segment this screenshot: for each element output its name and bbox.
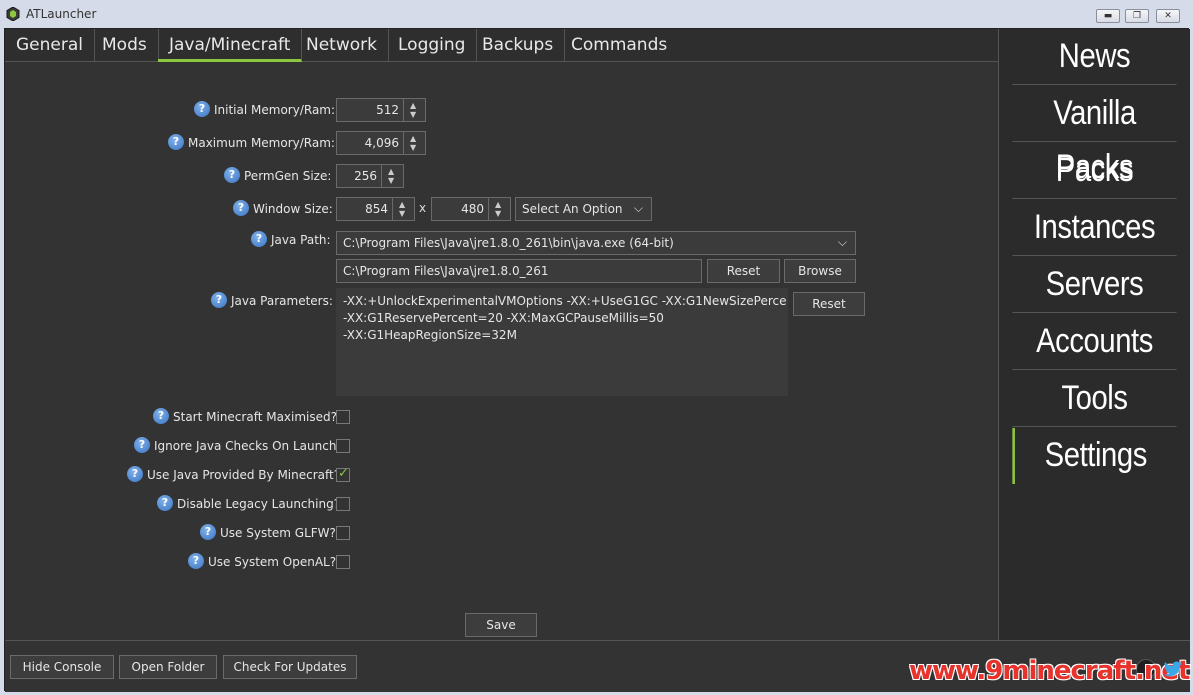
spinner-arrows-icon[interactable]: ▲ ▼ [381,165,403,187]
nav-tools[interactable]: Tools [1012,371,1177,427]
help-icon[interactable]: ? [127,466,143,482]
nav-instances[interactable]: Instances [1012,200,1177,256]
start-maximised-label: Start Minecraft Maximised? [173,410,338,424]
java-parameters-label: Java Parameters: [231,294,333,308]
java-path-browse-button[interactable]: Browse [784,259,856,283]
help-icon[interactable]: ? [157,495,173,511]
tab-backups[interactable]: Backups [471,29,566,62]
nav-accounts[interactable]: Accounts [1012,314,1177,370]
use-minecraft-java-checkbox[interactable]: ✓ [336,466,350,482]
minimize-button[interactable]: ▬ [1096,9,1120,23]
watermark: www.9minecraft.net [909,656,1190,686]
tab-logging[interactable]: Logging [387,29,478,62]
nav-packs[interactable]: Packs [1012,143,1177,199]
java-path-value: C:\Program Files\Java\jre1.8.0_261 [343,264,549,278]
java-path-select[interactable]: C:\Program Files\Java\jre1.8.0_261\bin\j… [336,231,856,255]
use-minecraft-java-label: Use Java Provided By Minecraft? [147,468,341,482]
hide-console-button[interactable]: Hide Console [10,655,114,679]
help-icon[interactable]: ? [134,437,150,453]
ignore-java-checks-label: Ignore Java Checks On Launch? [154,439,343,453]
help-icon[interactable]: ? [251,231,267,247]
check-for-updates-button[interactable]: Check For Updates [223,655,357,679]
java-path-label: Java Path: [271,233,331,247]
nav-news[interactable]: News [1012,29,1177,85]
help-icon[interactable]: ? [168,134,184,150]
window-size-preset-value: Select An Option [522,202,623,216]
nav-settings[interactable]: Settings [1012,428,1176,484]
chevron-down-icon: ⌵ [837,235,847,249]
use-system-openal-checkbox[interactable] [336,555,350,569]
save-button[interactable]: Save [465,613,537,637]
window-title: ATLauncher [26,7,97,21]
help-icon[interactable]: ? [153,408,169,424]
java-path-select-value: C:\Program Files\Java\jre1.8.0_261\bin\j… [343,236,674,250]
spinner-arrows-icon[interactable]: ▲ ▼ [403,132,425,154]
launcher-window: General Mods Java/Minecraft Network Logg… [4,28,1190,692]
start-maximised-checkbox[interactable] [336,410,350,424]
use-system-glfw-label: Use System GLFW? [220,526,336,540]
java-path-reset-button[interactable]: Reset [707,259,780,283]
java-parameters-textarea[interactable]: -XX:+UnlockExperimentalVMOptions -XX:+Us… [336,288,788,396]
maximum-memory-spinner[interactable]: 4,096 ▲ ▼ [336,131,426,155]
main-navigation: News Vanilla Packs Packs Instances Serve… [998,29,1190,640]
close-button[interactable]: ✕ [1156,9,1180,23]
permgen-label: PermGen Size: [244,169,332,183]
disable-legacy-launching-checkbox[interactable] [336,497,350,511]
maximize-icon: ❐ [1132,11,1142,21]
help-icon[interactable]: ? [188,553,204,569]
bottom-bar: Hide Console Open Folder Check For Updat… [5,640,1190,692]
use-system-glfw-checkbox[interactable] [336,526,350,540]
spinner-arrows-icon[interactable]: ▲ ▼ [488,198,510,220]
maximum-memory-value: 4,096 [364,136,399,150]
java-settings-form: ? Initial Memory/Ram: 512 ▲ ▼ ? Maximum M… [5,63,998,640]
window-width-spinner[interactable]: 854 ▲ ▼ [336,197,415,221]
spinner-arrows-icon[interactable]: ▲ ▼ [403,99,425,121]
permgen-value: 256 [354,169,377,183]
window-height-spinner[interactable]: 480 ▲ ▼ [431,197,511,221]
open-folder-button[interactable]: Open Folder [119,655,217,679]
ignore-java-checks-checkbox[interactable] [336,439,350,453]
permgen-spinner[interactable]: 256 ▲ ▼ [336,164,404,188]
chevron-down-icon: ⌵ [633,201,643,215]
java-path-input[interactable]: C:\Program Files\Java\jre1.8.0_261 [336,259,702,283]
help-icon[interactable]: ? [200,524,216,540]
help-icon[interactable]: ? [194,101,210,117]
help-icon[interactable]: ? [211,292,227,308]
checkmark-icon: ✓ [338,466,349,481]
initial-memory-value: 512 [376,103,399,117]
tab-mods[interactable]: Mods [91,29,159,62]
window-size-separator: x [419,201,427,215]
tab-java-minecraft[interactable]: Java/Minecraft [158,29,303,62]
help-icon[interactable]: ? [233,200,249,216]
window-height-value: 480 [461,202,484,216]
window-size-label: Window Size: [253,202,333,216]
window-width-value: 854 [365,202,388,216]
title-bar: ATLauncher ▬ ❐ ✕ [0,0,1193,28]
maximum-memory-label: Maximum Memory/Ram: [188,136,335,150]
tab-commands[interactable]: Commands [560,29,678,62]
twitter-icon[interactable] [1163,659,1183,679]
initial-memory-label: Initial Memory/Ram: [214,103,336,117]
window-size-preset-select[interactable]: Select An Option ⌵ [515,197,652,221]
help-icon[interactable]: ? [224,167,240,183]
tab-general[interactable]: General [5,29,95,62]
maximize-button[interactable]: ❐ [1125,9,1149,23]
tab-network[interactable]: Network [295,29,389,62]
nav-servers[interactable]: Servers [1012,257,1177,313]
spinner-arrows-icon[interactable]: ▲ ▼ [392,198,414,220]
nav-vanilla-packs[interactable]: Vanilla Packs [1012,86,1177,186]
java-parameters-reset-button[interactable]: Reset [793,292,865,316]
disable-legacy-launching-label: Disable Legacy Launching? [177,497,341,511]
settings-tab-bar: General Mods Java/Minecraft Network Logg… [5,29,998,62]
use-system-openal-label: Use System OpenAL? [208,555,337,569]
close-icon: ✕ [1164,11,1172,21]
initial-memory-spinner[interactable]: 512 ▲ ▼ [336,98,426,122]
atlauncher-logo-icon [6,7,20,21]
minimize-icon: ▬ [1103,11,1113,21]
